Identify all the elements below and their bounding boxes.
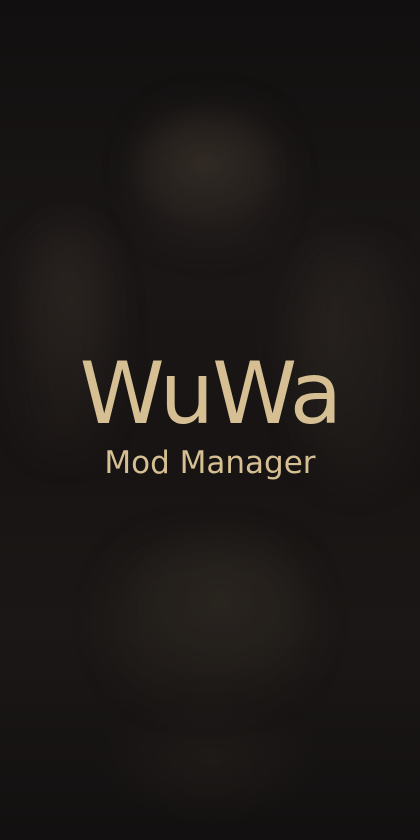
app-title: WuWa [79, 344, 343, 444]
splash-screen: WuWa Mod Manager [0, 0, 420, 840]
app-logo: WuWa Mod Manager [0, 348, 420, 482]
blurred-backdrop-lower [110, 540, 310, 700]
blurred-backdrop-figure [140, 110, 280, 240]
app-subtitle: Mod Manager [104, 445, 316, 481]
